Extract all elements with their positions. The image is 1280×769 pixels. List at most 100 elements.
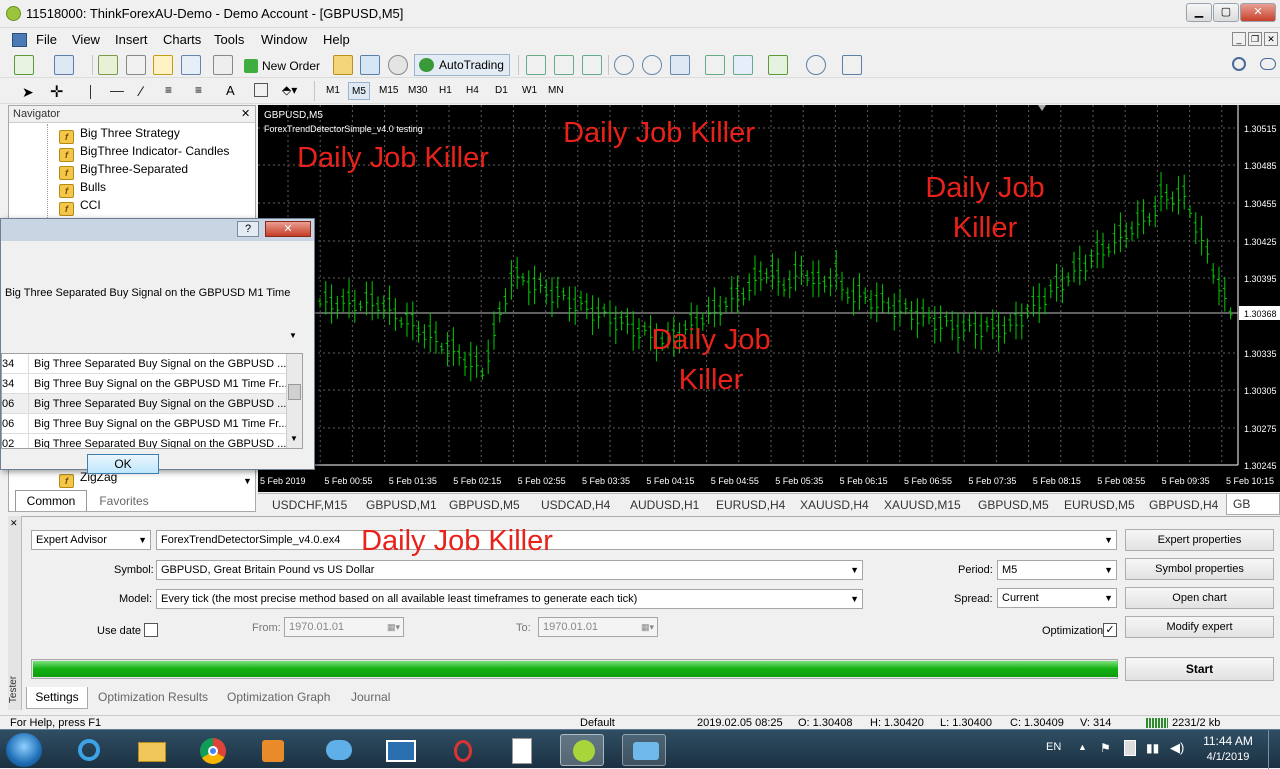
zoom-out-icon[interactable] [642, 55, 662, 75]
tester-type-select[interactable]: Expert Advisor ▼ [31, 530, 151, 550]
chat-icon[interactable] [1260, 58, 1276, 70]
expert-properties-button[interactable]: Expert properties [1125, 529, 1274, 551]
tf-w1[interactable]: W1 [519, 82, 540, 100]
tab-chart[interactable]: GBPUSD,M5 [449, 498, 520, 512]
strategy-tester-icon[interactable] [213, 55, 233, 75]
templates-icon[interactable] [842, 55, 862, 75]
zoom-in-icon[interactable] [614, 55, 634, 75]
nav-item[interactable]: f Bulls [59, 178, 106, 198]
snipping-tool-icon[interactable] [440, 734, 484, 766]
fibonacci-icon[interactable]: ≡ [195, 83, 202, 97]
tab-chart[interactable]: XAUUSD,M15 [884, 498, 961, 512]
list-item[interactable]: 06 Big Three Separated Buy Signal on the … [2, 394, 287, 414]
tab-chart[interactable]: USDCHF,M15 [272, 498, 347, 512]
tab-chart[interactable]: EURUSD,M5 [1064, 498, 1135, 512]
tf-h1[interactable]: H1 [436, 82, 455, 100]
model-select[interactable]: Every tick (the most precise method base… [156, 589, 863, 609]
open-chart-button[interactable]: Open chart [1125, 587, 1274, 609]
tab-chart[interactable]: EURUSD,H4 [716, 498, 785, 512]
tab-favorites[interactable]: Favorites [89, 492, 159, 510]
scroll-down-icon[interactable]: ▼ [243, 476, 252, 486]
tab-common[interactable]: Common [15, 490, 87, 511]
clock-date[interactable]: 4/1/2019 [1202, 751, 1254, 763]
media-player-icon[interactable] [250, 734, 294, 766]
mdi-restore-button[interactable]: ❐ [1248, 32, 1262, 46]
terminal-icon[interactable] [181, 55, 201, 75]
tab-optimization-results[interactable]: Optimization Results [98, 690, 208, 704]
menu-file[interactable]: File [36, 32, 57, 47]
to-date-input[interactable]: 1970.01.01 ▦▾ [538, 617, 658, 637]
language-indicator[interactable]: EN [1046, 741, 1061, 753]
mdi-close-button[interactable]: ✕ [1264, 32, 1278, 46]
remote-desktop-icon[interactable] [378, 734, 422, 766]
dialog-close-button[interactable]: ✕ [265, 221, 311, 237]
chrome-icon[interactable] [190, 734, 234, 766]
notepad-icon[interactable] [500, 734, 544, 766]
menu-view[interactable]: View [72, 32, 100, 47]
network-icon[interactable]: ▮▮ [1146, 741, 1159, 755]
text-label-icon[interactable] [254, 83, 268, 97]
signals-icon[interactable] [360, 55, 380, 75]
navigator-icon[interactable] [153, 55, 173, 75]
menu-tools[interactable]: Tools [214, 32, 244, 47]
profiles-icon[interactable] [54, 55, 74, 75]
nav-item[interactable]: f BigThree-Separated [59, 160, 188, 180]
explorer-icon[interactable] [130, 734, 174, 766]
ok-button[interactable]: OK [87, 454, 159, 474]
tab-chart[interactable]: GBPUSD,H4 [1149, 498, 1218, 512]
volume-icon[interactable]: ◀) [1170, 740, 1184, 756]
start-button[interactable]: Start [1125, 657, 1274, 681]
autotrading-button[interactable]: AutoTrading [414, 54, 510, 76]
scrollbar-thumb[interactable] [288, 384, 301, 400]
chart-shift-icon[interactable] [705, 55, 725, 75]
navigator-close-icon[interactable]: ✕ [241, 107, 250, 120]
market-icon[interactable] [388, 55, 408, 75]
list-scrollbar[interactable]: ▼ [286, 354, 302, 448]
alert-window-icon[interactable] [622, 734, 666, 766]
nav-item[interactable]: f CCI [59, 196, 101, 216]
chart-doc-icon[interactable] [12, 33, 27, 47]
tf-m30[interactable]: M30 [405, 82, 430, 100]
tab-optimization-graph[interactable]: Optimization Graph [227, 690, 330, 704]
list-item[interactable]: 02 Big Three Separated Buy Signal on the … [2, 434, 287, 448]
data-window-icon[interactable] [126, 55, 146, 75]
close-button[interactable]: ✕ [1240, 3, 1276, 22]
metatrader-icon[interactable] [560, 734, 604, 766]
battery-icon[interactable] [1124, 740, 1136, 756]
modify-expert-button[interactable]: Modify expert [1125, 616, 1274, 638]
tab-journal[interactable]: Journal [351, 690, 390, 704]
nav-item[interactable]: f Big Three Strategy [59, 124, 180, 144]
tf-h4[interactable]: H4 [463, 82, 482, 100]
cursor-icon[interactable]: ➤ [22, 84, 34, 101]
period-select[interactable]: M5 ▼ [997, 560, 1117, 580]
tf-m5[interactable]: M5 [348, 82, 370, 100]
horizontal-line-icon[interactable] [110, 91, 124, 92]
mdi-minimize-button[interactable]: _ [1232, 32, 1246, 46]
menu-insert[interactable]: Insert [115, 32, 148, 47]
symbol-properties-button[interactable]: Symbol properties [1125, 558, 1274, 580]
chart-shift-marker[interactable] [1038, 105, 1046, 111]
from-date-input[interactable]: 1970.01.01 ▦▾ [284, 617, 404, 637]
tile-windows-icon[interactable] [670, 55, 690, 75]
tab-chart[interactable]: USDCAD,H4 [541, 498, 610, 512]
messenger-icon[interactable] [316, 734, 360, 766]
channel-icon[interactable]: ≡ [165, 83, 172, 97]
list-item[interactable]: 34 Big Three Buy Signal on the GBPUSD M1 … [2, 374, 287, 394]
tab-chart[interactable]: AUDUSD,H1 [630, 498, 699, 512]
search-icon[interactable] [1232, 57, 1246, 71]
optimization-checkbox[interactable]: ✓ [1103, 623, 1117, 637]
new-chart-icon[interactable] [14, 55, 34, 75]
maximize-button[interactable]: ▢ [1213, 3, 1239, 22]
tab-chart-active[interactable]: GB [1226, 494, 1280, 515]
minimize-button[interactable]: ▁ [1186, 3, 1212, 22]
scroll-down-icon[interactable]: ▼ [290, 434, 298, 443]
clock-time[interactable]: 11:44 AM [1202, 734, 1254, 748]
help-button[interactable]: ? [237, 221, 259, 237]
tab-chart[interactable]: XAUUSD,H4 [800, 498, 869, 512]
list-item[interactable]: 06 Big Three Buy Signal on the GBPUSD M1 … [2, 414, 287, 434]
spread-select[interactable]: Current ▼ [997, 588, 1117, 608]
expert-select[interactable]: ForexTrendDetectorSimple_v4.0.ex4 ▼ [156, 530, 1117, 550]
use-date-checkbox[interactable] [144, 623, 158, 637]
tester-close-icon[interactable]: ✕ [10, 518, 18, 529]
new-order-button[interactable]: New Order [244, 56, 320, 76]
